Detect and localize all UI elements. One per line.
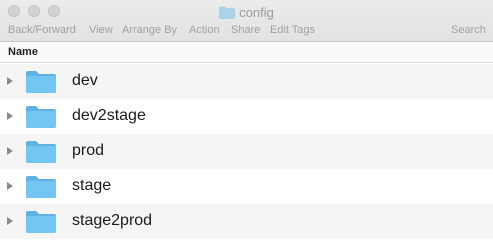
column-header-name[interactable]: Name <box>0 43 493 63</box>
folder-icon <box>26 71 56 93</box>
list-item-label: prod <box>72 142 105 159</box>
column-header-label: Name <box>8 46 38 58</box>
folder-icon <box>26 141 56 163</box>
arrange-by-button[interactable]: Arrange By <box>122 24 177 36</box>
view-button[interactable]: View <box>89 24 113 36</box>
disclosure-triangle-icon[interactable] <box>7 217 13 225</box>
share-button[interactable]: Share <box>231 24 260 36</box>
edit-tags-button[interactable]: Edit Tags <box>270 24 315 36</box>
list-item-label: dev2stage <box>72 107 146 124</box>
list-item[interactable]: dev <box>0 64 493 99</box>
list-item-label: stage2prod <box>72 212 153 229</box>
window-title-text: config <box>239 4 274 20</box>
folder-icon <box>26 211 56 233</box>
folder-icon <box>26 176 56 198</box>
folder-icon <box>26 106 56 128</box>
back-forward-button[interactable]: Back/Forward <box>8 24 76 36</box>
title-bar: config Back/Forward View Arrange By Acti… <box>0 0 493 42</box>
list-item-label: stage <box>72 177 112 194</box>
list-item[interactable]: prod <box>0 134 493 169</box>
toolbar: Back/Forward View Arrange By Action Shar… <box>0 22 493 40</box>
finder-window: config Back/Forward View Arrange By Acti… <box>0 0 493 244</box>
disclosure-triangle-icon[interactable] <box>7 112 13 120</box>
disclosure-triangle-icon[interactable] <box>7 147 13 155</box>
window-title: config <box>0 3 493 21</box>
folder-icon <box>219 6 235 19</box>
list-item[interactable]: stage2prod <box>0 204 493 239</box>
search-button[interactable]: Search <box>451 24 486 36</box>
action-button[interactable]: Action <box>189 24 220 36</box>
list-item-label: dev <box>72 72 98 89</box>
list-item[interactable]: stage <box>0 169 493 204</box>
disclosure-triangle-icon[interactable] <box>7 182 13 190</box>
file-list: dev dev2stage prod stage stage2prod <box>0 64 493 239</box>
disclosure-triangle-icon[interactable] <box>7 77 13 85</box>
list-item[interactable]: dev2stage <box>0 99 493 134</box>
